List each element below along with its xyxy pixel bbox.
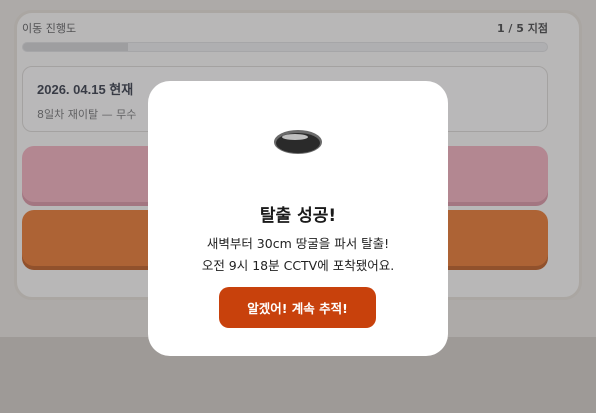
dialog-message-line-1: 새벽부터 30cm 땅굴을 파서 탈출! (206, 236, 390, 251)
confirm-button[interactable]: 알겠어! 계속 추적! (219, 287, 376, 328)
dialog-title: 탈출 성공! (259, 206, 337, 226)
hole-icon (274, 130, 322, 154)
dialog-message-line-2: 오전 9시 18분 CCTV에 포착됐어요. (201, 258, 395, 273)
escape-success-dialog: 탈출 성공! 새벽부터 30cm 땅굴을 파서 탈출! 오전 9시 18분 CC… (148, 81, 448, 356)
